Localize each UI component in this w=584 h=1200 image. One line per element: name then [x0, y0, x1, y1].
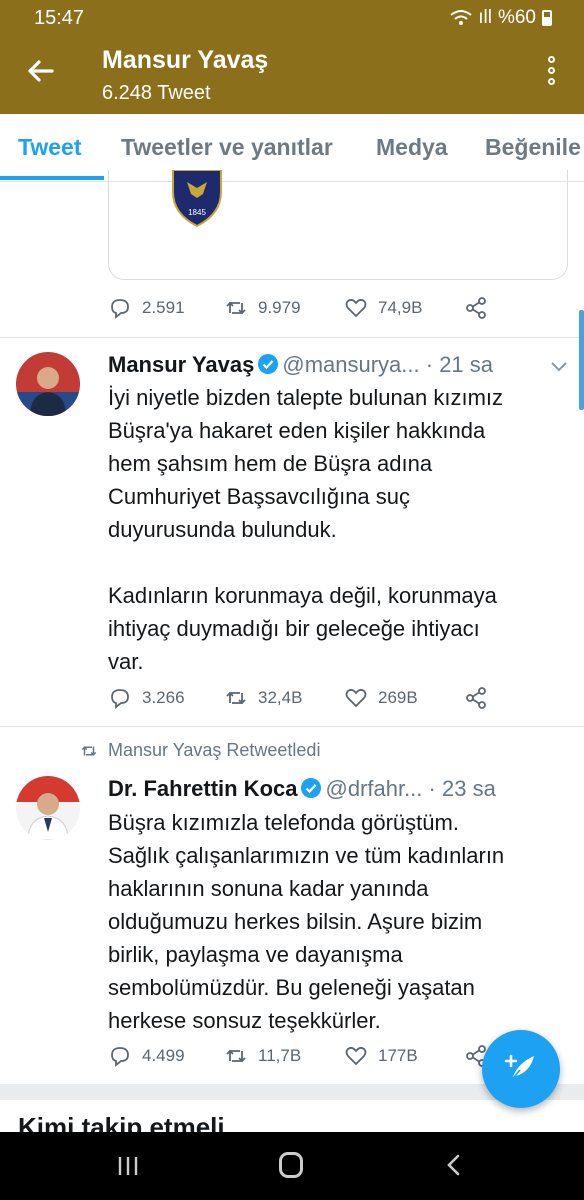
like-count: 74,9B [378, 298, 423, 317]
heart-icon [345, 298, 367, 318]
crest-year: 1845 [188, 208, 206, 217]
divider [0, 726, 584, 727]
tweet-line: Kadınların korunmaya değil, korunmaya [108, 583, 497, 608]
reply-icon [111, 1047, 129, 1067]
profile-title: Mansur Yavaş [102, 46, 269, 74]
retweet-button[interactable]: 9.979 [224, 296, 301, 320]
active-tab-indicator [0, 176, 104, 180]
avatar-photo [16, 776, 80, 840]
home-icon[interactable] [279, 1152, 303, 1178]
tweet-line: birlik, paylaşma ve dayanışma [108, 942, 403, 967]
tweet-text: İyi niyetle bizden talepte bulunan kızım… [108, 381, 568, 678]
tweet-line: Sağlık çalışanlarımızın ve tüm kadınları… [108, 843, 505, 868]
retweet-count: 11,7B [258, 1046, 302, 1065]
recent-apps-icon[interactable] [117, 1156, 139, 1176]
embedded-media-card[interactable]: 1845 [108, 170, 568, 280]
like-button[interactable]: 269B [344, 686, 418, 710]
tweet-text: Büşra kızımızla telefonda görüştüm. Sağl… [108, 806, 568, 1037]
reply-count: 3.266 [142, 688, 185, 707]
tab-media[interactable]: Medya [376, 134, 448, 161]
retweet-icon [81, 745, 97, 756]
heart-icon [345, 1046, 367, 1066]
author-name[interactable]: Mansur Yavaş [108, 352, 254, 377]
app-bar: Mansur Yavaş 6.248 Tweet [0, 36, 584, 114]
signal-icon: ıll [478, 7, 492, 28]
like-button[interactable]: 177B [344, 1044, 418, 1068]
tweet-line: Cumhuriyet Başsavcılığına suç [108, 484, 411, 509]
avatar-photo [16, 352, 80, 416]
avatar[interactable] [16, 776, 80, 840]
tweet-line: duyurusunda bulunduk. [108, 517, 337, 542]
vertical-dots-icon[interactable] [546, 56, 556, 90]
back-icon[interactable] [446, 1154, 460, 1176]
heart-icon [345, 688, 367, 708]
chevron-down-icon[interactable] [550, 360, 568, 374]
avatar[interactable] [16, 352, 80, 416]
tweet-line [108, 546, 568, 579]
arrow-left-icon[interactable] [24, 54, 58, 88]
tweet-line: Büşra'ya hakaret eden kişiler hakkında [108, 418, 486, 443]
tweet-line: var. [108, 649, 144, 674]
prev-tweet-actions: 2.591 9.979 74,9B [108, 296, 528, 326]
tweet-line: Büşra kızımızla telefonda görüştüm. [108, 810, 459, 835]
share-icon [466, 687, 486, 709]
battery-icon [542, 10, 552, 26]
retweet-count: 32,4B [258, 688, 303, 707]
reply-count: 4.499 [142, 1046, 185, 1065]
reply-icon [111, 299, 129, 319]
verified-badge-icon [301, 778, 322, 798]
tweet-line: herkese sonsuz teşekkürler. [108, 1008, 381, 1033]
tweet-line: haklarının sonuna kadar yanında [108, 876, 429, 901]
system-nav-bar [0, 1132, 584, 1200]
reply-count: 2.591 [142, 298, 185, 317]
crest-emblem-icon: 1845 [172, 170, 222, 228]
tweet-line: ihtiyaç duymadığı bir geleceğe ihtiyacı [108, 616, 480, 641]
tweet-line: olduğumuzu herkes bilsin. Aşure bizim [108, 909, 483, 934]
compose-tweet-button[interactable] [482, 1030, 560, 1108]
tweet-header: Mansur Yavaş @mansurya... · 21 sa [108, 352, 493, 378]
like-count: 269B [378, 688, 418, 707]
retweet-icon [226, 301, 246, 315]
tweet-count: 6.248 Tweet [102, 82, 211, 104]
reply-icon [111, 689, 129, 709]
tab-likes[interactable]: Beğenile [485, 134, 581, 161]
tab-tweets-and-replies[interactable]: Tweetler ve yanıtlar [121, 134, 333, 161]
tab-tweet[interactable]: Tweet [18, 134, 81, 161]
reply-button[interactable]: 3.266 [108, 686, 185, 710]
tweet-line: sembolümüzdür. Bu geleneği yaşatan [108, 975, 475, 1000]
tweet-header: Dr. Fahrettin Koca @drfahr... · 23 sa [108, 776, 496, 802]
scrollbar[interactable] [579, 310, 584, 410]
share-button[interactable] [464, 686, 488, 710]
reply-button[interactable]: 4.499 [108, 1044, 185, 1068]
author-name[interactable]: Dr. Fahrettin Koca [108, 776, 297, 801]
tweet-actions: 3.266 32,4B 269B [108, 686, 528, 716]
verified-badge-icon [258, 354, 279, 374]
tweet-actions: 4.499 11,7B 177B [108, 1044, 528, 1074]
divider [0, 337, 584, 338]
wifi-icon [450, 10, 472, 25]
tweet-line: İyi niyetle bizden talepte bulunan kızım… [108, 385, 504, 410]
author-handle[interactable]: @drfahr... [325, 776, 422, 801]
status-icons: ıll %60 [450, 7, 552, 29]
status-time: 15:47 [34, 7, 85, 29]
retweeted-by[interactable]: Mansur Yavaş Retweetledi [80, 740, 320, 761]
status-bar: 15:47 ıll %60 [0, 0, 584, 36]
retweet-icon [226, 1049, 246, 1063]
reply-button[interactable]: 2.591 [108, 296, 185, 320]
tweet-time: · 21 sa [425, 352, 494, 377]
retweeted-by-label: Mansur Yavaş Retweetledi [108, 740, 321, 760]
battery-text: %60 [497, 7, 536, 28]
like-button[interactable]: 74,9B [344, 296, 422, 320]
share-button[interactable] [464, 296, 488, 320]
feather-plus-icon [504, 1054, 534, 1083]
share-icon [466, 297, 486, 319]
retweet-button[interactable]: 11,7B [224, 1044, 301, 1068]
retweet-count: 9.979 [258, 298, 301, 317]
retweet-icon [226, 691, 246, 705]
like-count: 177B [378, 1046, 418, 1065]
tweet-time: · 23 sa [428, 776, 496, 801]
author-handle[interactable]: @mansurya... [282, 352, 419, 377]
retweet-button[interactable]: 32,4B [224, 686, 302, 710]
tweet-line: hem şahsım hem de Büşra adına [108, 451, 433, 476]
